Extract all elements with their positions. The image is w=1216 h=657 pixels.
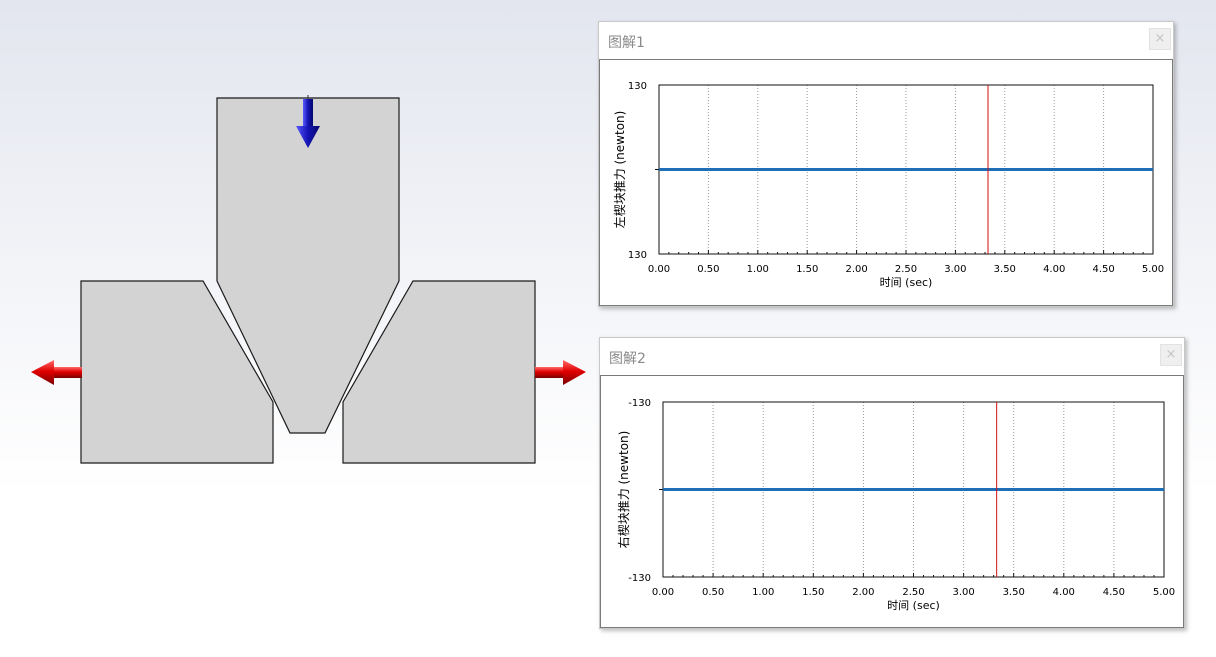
plot-titlebar[interactable]: 图解2 × xyxy=(600,338,1184,375)
x-tick-label: 3.00 xyxy=(944,264,966,275)
x-tick-label: 2.50 xyxy=(895,264,917,275)
x-tick-label: 0.50 xyxy=(697,264,719,275)
x-tick-label: 3.50 xyxy=(1003,587,1025,598)
x-tick-label: 2.00 xyxy=(852,587,874,598)
y-axis-label: 右楔块推力 (newton) xyxy=(616,431,631,549)
x-tick-label: 0.00 xyxy=(652,587,674,598)
force-chart-2: 0.00 0.50 1.00 1.50 2.00 2.50 3.00 3.50 4.00 4.50… xyxy=(616,398,1175,612)
wedge-model[interactable] xyxy=(0,0,600,520)
y-tick-label-bottom: -130 xyxy=(628,573,651,584)
y-tick-label-bottom: 130 xyxy=(628,250,647,261)
close-button[interactable]: × xyxy=(1160,344,1182,366)
x-tick-label: 2.00 xyxy=(845,264,867,275)
x-tick-label: 4.00 xyxy=(1053,587,1075,598)
plot-title: 图解1 xyxy=(608,35,645,51)
plot-area[interactable]: 0.00 0.50 1.00 1.50 2.00 2.50 3.00 3.50 4.00 4.50… xyxy=(600,375,1184,628)
x-tick-label: 2.50 xyxy=(902,587,924,598)
x-tick-label: 4.50 xyxy=(1103,587,1125,598)
x-axis-label: 时间 (sec) xyxy=(887,599,940,612)
plot-window-1[interactable]: 图解1 × 0.00 0.50 1.00 1.50 2.00 2.50 3.00 3.50 4.… xyxy=(598,21,1174,307)
x-tick-label: 1.00 xyxy=(747,264,769,275)
x-tick-label: 5.00 xyxy=(1142,264,1164,275)
y-tick-label-top: -130 xyxy=(628,398,651,409)
plot-window-2[interactable]: 图解2 × 0.00 0.50 1.00 1.50 2.00 2.50 3.00 3.50 4.… xyxy=(599,337,1185,629)
x-tick-label: 5.00 xyxy=(1153,587,1175,598)
right-force-arrow-icon[interactable] xyxy=(535,360,586,385)
x-tick-label: 3.00 xyxy=(952,587,974,598)
x-tick-label: 0.50 xyxy=(702,587,724,598)
plot-title: 图解2 xyxy=(609,351,646,367)
plot-area[interactable]: 0.00 0.50 1.00 1.50 2.00 2.50 3.00 3.50 4.00 4.50… xyxy=(599,59,1173,306)
left-force-arrow-icon[interactable] xyxy=(31,360,82,385)
force-chart-1: 0.00 0.50 1.00 1.50 2.00 2.50 3.00 3.50 4.00 4.50… xyxy=(612,81,1164,289)
x-tick-label: 3.50 xyxy=(994,264,1016,275)
x-axis-label: 时间 (sec) xyxy=(880,276,933,289)
x-tick-label: 1.50 xyxy=(796,264,818,275)
x-tick-label: 0.00 xyxy=(648,264,670,275)
x-tick-label: 4.50 xyxy=(1092,264,1114,275)
x-tick-label: 1.00 xyxy=(752,587,774,598)
close-button[interactable]: × xyxy=(1149,28,1171,50)
y-tick-label-top: 130 xyxy=(628,81,647,92)
plot-titlebar[interactable]: 图解1 × xyxy=(599,22,1173,59)
x-tick-label: 1.50 xyxy=(802,587,824,598)
x-tick-label: 4.00 xyxy=(1043,264,1065,275)
y-axis-label: 左楔块推力 (newton) xyxy=(612,111,627,229)
